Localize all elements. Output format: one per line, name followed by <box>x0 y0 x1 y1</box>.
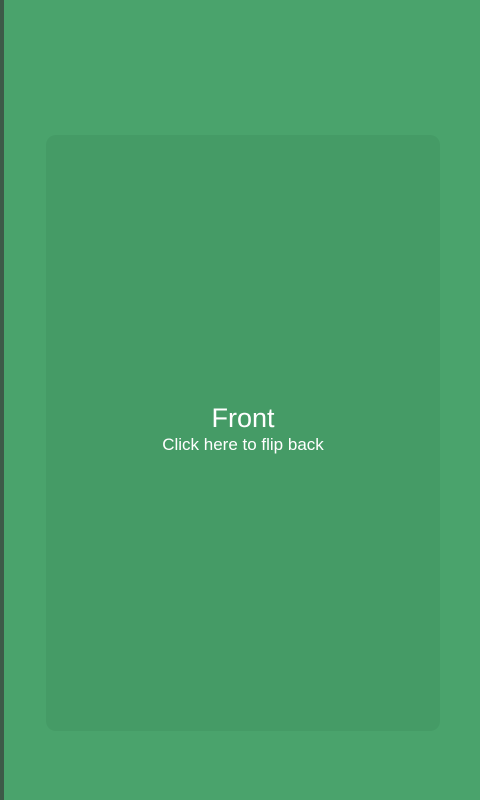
card-flip-hint: Click here to flip back <box>162 435 324 454</box>
card-title: Front <box>211 403 275 433</box>
window-left-edge <box>0 0 4 800</box>
flip-card-front[interactable]: Front Click here to flip back <box>46 135 440 731</box>
